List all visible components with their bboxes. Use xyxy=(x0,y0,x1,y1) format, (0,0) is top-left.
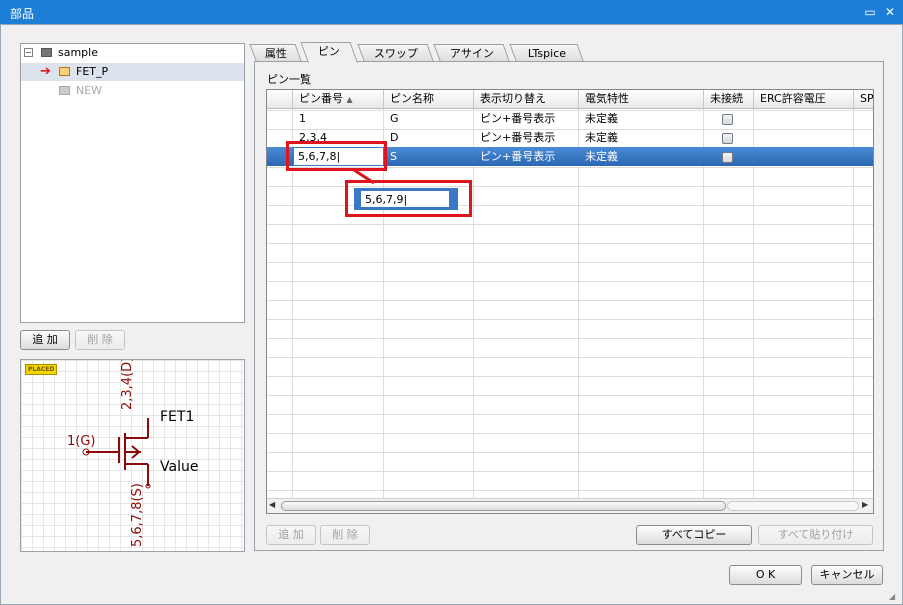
pin-grid: ピン番号 ▲ ピン名称 表示切り替え 電気特性 未接続 ERC許容電圧 SP 1… xyxy=(266,89,874,514)
tree-item-label: NEW xyxy=(76,84,103,97)
copy-all-button[interactable]: すべてコピー xyxy=(636,525,752,545)
value-label: Value xyxy=(160,459,199,475)
pin-number-editor[interactable]: 5,6,7,8| xyxy=(293,147,384,166)
chip-icon xyxy=(59,85,70,95)
arrow-right-icon: ➔ xyxy=(40,64,51,79)
chip-icon xyxy=(41,47,52,57)
cell-display[interactable]: ピン+番号表示 xyxy=(474,128,555,147)
cell-electrical[interactable]: 未定義 xyxy=(579,147,618,166)
paste-all-button[interactable]: すべて貼り付け xyxy=(758,525,873,545)
col-pin-number[interactable]: ピン番号 ▲ xyxy=(293,90,384,109)
tab-pins[interactable]: ピン xyxy=(300,42,358,63)
cell-display[interactable]: ピン+番号表示 xyxy=(474,109,555,128)
col-unconnected[interactable]: 未接続 xyxy=(704,90,754,109)
cell-pin-name[interactable]: D xyxy=(384,128,398,147)
tab-bar: 属性 ピン スワップ アサイン LTspice xyxy=(249,42,884,63)
cell-electrical[interactable]: 未定義 xyxy=(579,109,618,128)
tab-attributes[interactable]: 属性 xyxy=(249,44,302,62)
cell-pin-number[interactable]: 1 xyxy=(293,109,306,128)
col-erc-voltage[interactable]: ERC許容電圧 xyxy=(754,90,854,109)
cell-pin-name[interactable]: G xyxy=(384,109,399,128)
add-pin-button[interactable]: 追 加 xyxy=(266,525,316,545)
tab-ltspice[interactable]: LTspice xyxy=(509,44,584,62)
col-display[interactable]: 表示切り替え xyxy=(474,90,579,109)
close-icon[interactable]: ✕ xyxy=(882,4,898,20)
scroll-thumb[interactable] xyxy=(281,501,726,511)
scroll-track[interactable] xyxy=(727,501,859,511)
tab-assign[interactable]: アサイン xyxy=(433,44,510,62)
drain-pin-label: 2,3,4(D) xyxy=(120,359,135,410)
pin-list-title: ピン一覧 xyxy=(267,73,311,86)
col-pin-name[interactable]: ピン名称 xyxy=(384,90,474,109)
ok-button[interactable]: O K xyxy=(729,565,802,585)
tree-root-label: sample xyxy=(58,46,98,59)
col-electrical[interactable]: 電気特性 xyxy=(579,90,704,109)
title-bar: 部品 ▭ ✕ xyxy=(0,0,903,24)
cell-electrical[interactable]: 未定義 xyxy=(579,128,618,147)
row-header-corner xyxy=(267,90,293,109)
add-part-button[interactable]: 追 加 xyxy=(20,330,70,350)
horizontal-scrollbar[interactable]: ◀ ▶ xyxy=(267,498,873,513)
popup-pin-number-input[interactable]: 5,6,7,9| xyxy=(360,190,450,208)
tree-item-new[interactable]: NEW xyxy=(21,82,244,100)
delete-part-button[interactable]: 削 除 xyxy=(75,330,125,350)
symbol-preview: PLACED 1(G) 2,3,4(D) 5,6,7,8(S) FET1 Val… xyxy=(20,359,245,552)
gate-pin-label: 1(G) xyxy=(67,434,96,449)
tree-item-label: FET_P xyxy=(76,65,109,78)
sort-asc-icon: ▲ xyxy=(346,95,353,104)
tree-root[interactable]: − sample xyxy=(21,44,244,62)
cell-pin-number[interactable]: 2,3,4 xyxy=(293,128,327,147)
delete-pin-button[interactable]: 削 除 xyxy=(320,525,370,545)
part-tree: − sample ➔ FET_P NEW xyxy=(20,43,245,323)
tree-item-fet-p[interactable]: ➔ FET_P xyxy=(21,63,244,81)
col-sp[interactable]: SP xyxy=(854,90,873,109)
cell-display[interactable]: ピン+番号表示 xyxy=(474,147,555,166)
cancel-button[interactable]: キャンセル xyxy=(811,565,883,585)
window-title: 部品 xyxy=(10,7,35,21)
cell-pin-name[interactable]: S xyxy=(384,147,397,166)
collapse-icon[interactable]: − xyxy=(24,48,33,57)
scroll-left-icon[interactable]: ◀ xyxy=(269,500,275,509)
unconnected-checkbox[interactable] xyxy=(722,133,733,144)
ref-label: FET1 xyxy=(160,409,195,425)
pin-tab-panel: ピン一覧 ピン番号 ▲ ピン名称 表示切り替え 電気特性 未接続 ERC許容電圧… xyxy=(254,61,884,551)
source-pin-label: 5,6,7,8(S) xyxy=(130,483,145,547)
maximize-icon[interactable]: ▭ xyxy=(862,4,878,20)
chip-icon xyxy=(59,66,70,76)
scroll-right-icon[interactable]: ▶ xyxy=(862,500,868,509)
resize-grip-icon[interactable]: ◢ xyxy=(889,592,895,601)
tab-swap[interactable]: スワップ xyxy=(357,44,434,62)
unconnected-checkbox[interactable] xyxy=(722,114,733,125)
unconnected-checkbox[interactable] xyxy=(722,152,733,163)
